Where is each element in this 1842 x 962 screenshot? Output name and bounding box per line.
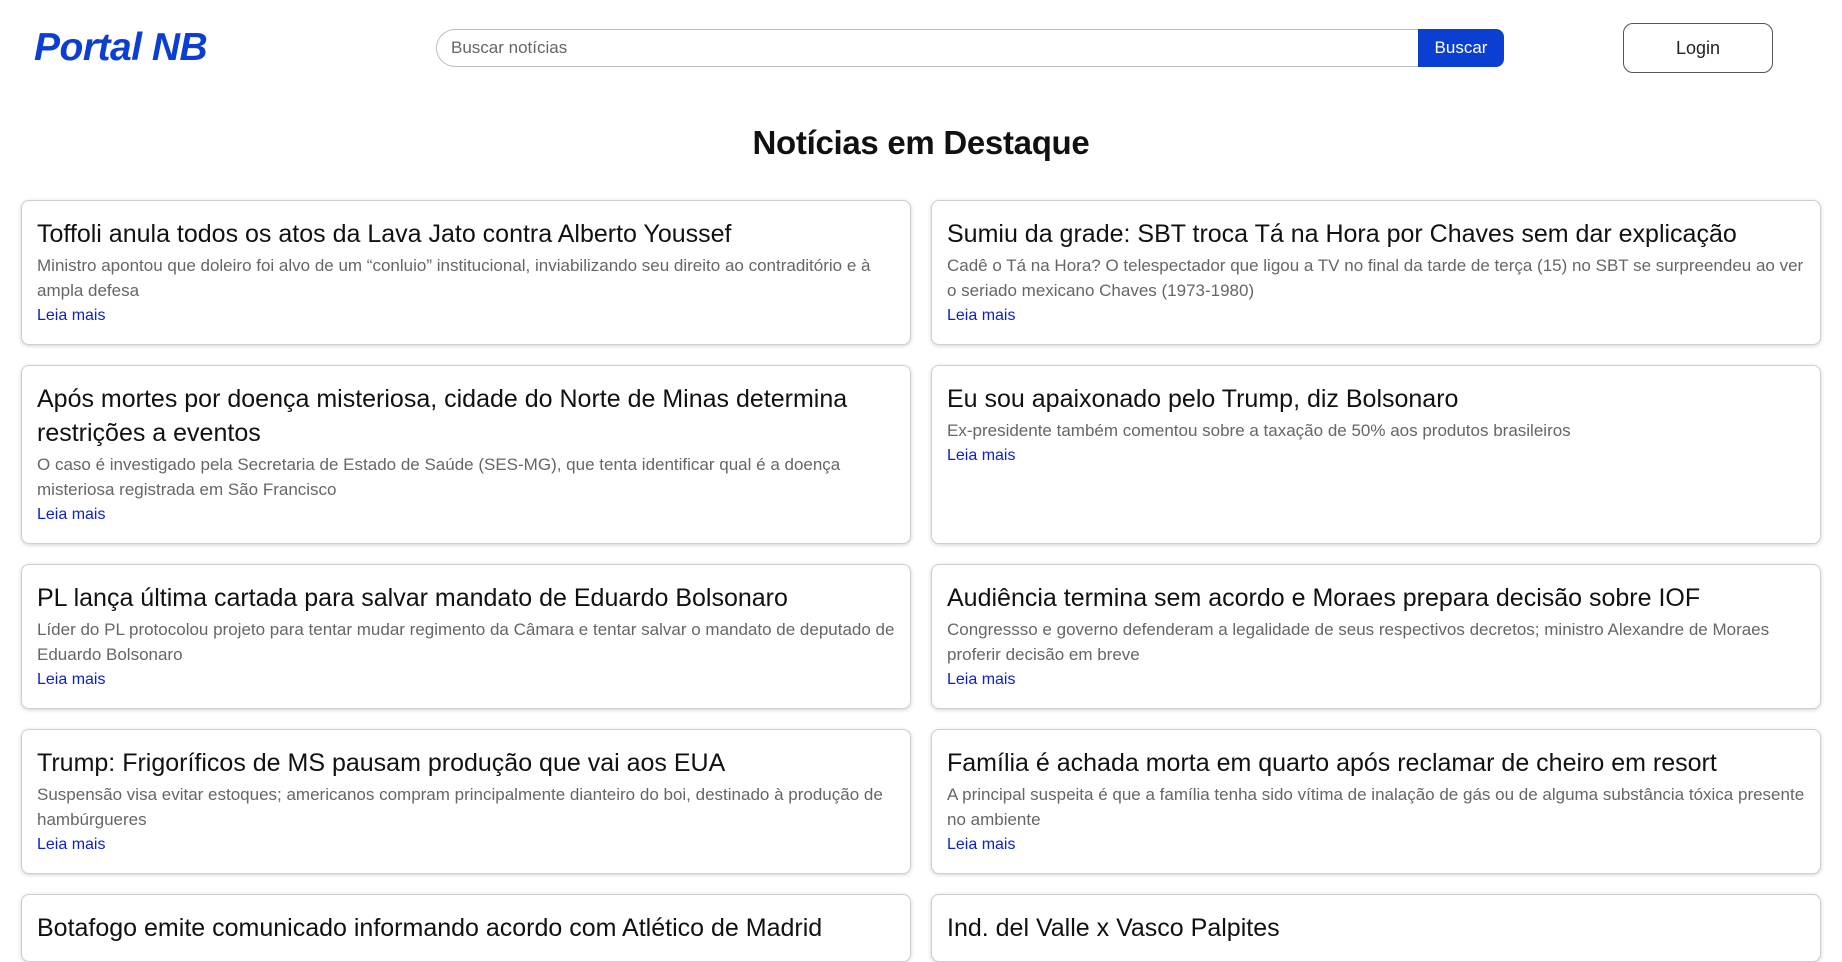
news-card: Família é achada morta em quarto após re… — [931, 729, 1821, 874]
news-card-title: Família é achada morta em quarto após re… — [947, 749, 1717, 777]
news-card: Trump: Frigoríficos de MS pausam produçã… — [21, 729, 911, 874]
news-card-title: Trump: Frigoríficos de MS pausam produçã… — [37, 749, 726, 777]
read-more-link[interactable]: Leia mais — [37, 833, 105, 857]
site-logo[interactable]: Portal NB — [34, 26, 208, 70]
news-card-summary: O caso é investigado pela Secretaria de … — [37, 455, 841, 499]
read-more-link[interactable]: Leia mais — [37, 668, 105, 692]
news-card-title: Ind. del Valle x Vasco Palpites — [947, 914, 1280, 942]
news-card-summary: Suspensão visa evitar estoques; american… — [37, 785, 883, 829]
news-card-summary: Ministro apontou que doleiro foi alvo de… — [37, 256, 871, 300]
news-card: Botafogo emite comunicado informando aco… — [21, 894, 911, 962]
news-card-summary: Congressso e governo defenderam a legali… — [947, 620, 1770, 664]
read-more-link[interactable]: Leia mais — [947, 833, 1015, 857]
news-card-title: Após mortes por doença misteriosa, cidad… — [37, 385, 848, 447]
news-card: Eu sou apaixonado pelo Trump, diz Bolson… — [931, 365, 1821, 544]
search-button[interactable]: Buscar — [1418, 29, 1504, 67]
read-more-link[interactable]: Leia mais — [947, 668, 1015, 692]
news-card-title: Eu sou apaixonado pelo Trump, diz Bolson… — [947, 385, 1459, 413]
news-card: PL lança última cartada para salvar mand… — [21, 564, 911, 709]
news-card-title: Botafogo emite comunicado informando aco… — [37, 914, 823, 942]
read-more-link[interactable]: Leia mais — [37, 304, 105, 328]
site-header: Portal NB Buscar Login — [0, 0, 1842, 100]
news-grid: Toffoli anula todos os atos da Lava Jato… — [21, 200, 1821, 962]
login-button[interactable]: Login — [1623, 23, 1773, 73]
read-more-link[interactable]: Leia mais — [947, 304, 1015, 328]
news-card-summary: Líder do PL protocolou projeto para tent… — [37, 620, 895, 664]
news-card: Após mortes por doença misteriosa, cidad… — [21, 365, 911, 544]
news-card-summary: A principal suspeita é que a família ten… — [947, 785, 1805, 829]
news-card-title: Audiência termina sem acordo e Moraes pr… — [947, 584, 1701, 612]
news-card: Audiência termina sem acordo e Moraes pr… — [931, 564, 1821, 709]
news-card-title: Toffoli anula todos os atos da Lava Jato… — [37, 220, 732, 248]
search-input[interactable] — [436, 29, 1418, 67]
page-title: Notícias em Destaque — [752, 124, 1090, 161]
news-card: Ind. del Valle x Vasco Palpites — [931, 894, 1821, 962]
news-card-title: PL lança última cartada para salvar mand… — [37, 584, 788, 612]
news-card-summary: Cadê o Tá na Hora? O telespectador que l… — [947, 256, 1804, 300]
read-more-link[interactable]: Leia mais — [947, 444, 1015, 468]
read-more-link[interactable]: Leia mais — [37, 503, 105, 527]
news-card: Toffoli anula todos os atos da Lava Jato… — [21, 200, 911, 345]
news-card-title: Sumiu da grade: SBT troca Tá na Hora por… — [947, 220, 1737, 248]
news-card-summary: Ex-presidente também comentou sobre a ta… — [947, 421, 1571, 440]
news-card: Sumiu da grade: SBT troca Tá na Hora por… — [931, 200, 1821, 345]
search-bar: Buscar — [436, 29, 1504, 67]
